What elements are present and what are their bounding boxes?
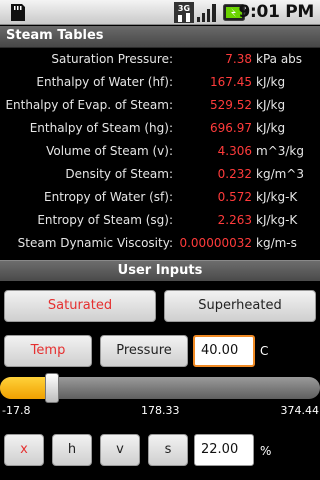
pressure-button[interactable]: Pressure <box>100 335 188 367</box>
signal-icon <box>197 4 216 22</box>
result-unit: kPa abs <box>256 52 303 66</box>
result-row: Entropy of Water (sf): 0.572 kJ/kg-K <box>0 186 320 209</box>
result-row: Enthalpy of Steam (hg): 696.97 kJ/kg <box>0 117 320 140</box>
temp-button[interactable]: Temp <box>4 335 92 367</box>
result-unit: m^3/kg <box>256 144 304 158</box>
result-unit: kg/m^3 <box>256 167 304 181</box>
result-row: Volume of Steam (v): 4.306 m^3/kg <box>0 140 320 163</box>
result-value: 167.45 <box>210 75 252 89</box>
quality-unit-label: % <box>260 444 272 458</box>
result-value: 696.97 <box>210 121 252 135</box>
result-unit: kJ/kg-K <box>256 190 298 204</box>
result-label: Density of Steam: <box>65 167 173 181</box>
value-slider[interactable] <box>0 373 320 403</box>
user-inputs-header: User Inputs <box>0 260 320 281</box>
s-button[interactable]: s <box>148 434 188 466</box>
result-value: 0.572 <box>217 190 252 204</box>
result-label: Volume of Steam (v): <box>46 144 173 158</box>
slider-mid-label: 178.33 <box>141 404 180 417</box>
slider-min-label: -17.8 <box>2 404 31 417</box>
3g-icon: 3G <box>174 2 194 23</box>
h-button[interactable]: h <box>52 434 92 466</box>
result-value: 0.232 <box>217 167 252 181</box>
saturated-button[interactable]: Saturated <box>4 290 156 322</box>
result-label: Entropy of Water (sf): <box>44 190 173 204</box>
result-value: 0.00000032 <box>179 236 252 250</box>
value-unit-label: C <box>260 344 269 358</box>
app-title: Steam Tables <box>6 28 104 43</box>
result-value: 4.306 <box>217 144 252 158</box>
value-input[interactable]: 40.00 <box>193 335 255 367</box>
result-label: Enthalpy of Water (hf): <box>36 75 173 89</box>
result-value: 7.38 <box>225 52 252 66</box>
clock: 9:01 PM <box>238 2 315 22</box>
result-label: Entropy of Steam (sg): <box>37 213 173 227</box>
result-unit: kJ/kg <box>256 121 286 135</box>
slider-thumb[interactable] <box>45 373 59 403</box>
result-label: Steam Dynamic Viscosity: <box>17 236 173 250</box>
result-row: Steam Dynamic Viscosity: 0.00000032 kg/m… <box>0 232 320 255</box>
slider-max-label: 374.44 <box>280 404 320 417</box>
x-button[interactable]: x <box>4 434 44 466</box>
result-unit: kJ/kg <box>256 75 286 89</box>
result-unit: kJ/kg-K <box>256 213 298 227</box>
result-row: Density of Steam: 0.232 kg/m^3 <box>0 163 320 186</box>
result-value: 529.52 <box>210 98 252 112</box>
result-row: Saturation Pressure: 7.38 kPa abs <box>0 48 320 71</box>
result-label: Saturation Pressure: <box>51 52 173 66</box>
results-list: Saturation Pressure: 7.38 kPa abs Enthal… <box>0 48 320 255</box>
result-unit: kJ/kg <box>256 98 286 112</box>
result-row: Enthalpy of Evap. of Steam: 529.52 kJ/kg <box>0 94 320 117</box>
v-button[interactable]: v <box>100 434 140 466</box>
result-label: Enthalpy of Evap. of Steam: <box>5 98 173 112</box>
result-value: 2.263 <box>217 213 252 227</box>
result-label: Enthalpy of Steam (hg): <box>29 121 173 135</box>
status-bar: 3G 9:01 PM <box>0 0 320 25</box>
app-title-bar: Steam Tables <box>0 26 320 48</box>
quality-input[interactable]: 22.00 <box>194 434 254 466</box>
result-row: Entropy of Steam (sg): 2.263 kJ/kg-K <box>0 209 320 232</box>
sd-card-icon <box>11 4 25 21</box>
superheated-button[interactable]: Superheated <box>164 290 316 322</box>
result-unit: kg/m-s <box>256 236 297 250</box>
section-title: User Inputs <box>117 263 203 278</box>
result-row: Enthalpy of Water (hf): 167.45 kJ/kg <box>0 71 320 94</box>
svg-text:3G: 3G <box>178 4 190 13</box>
